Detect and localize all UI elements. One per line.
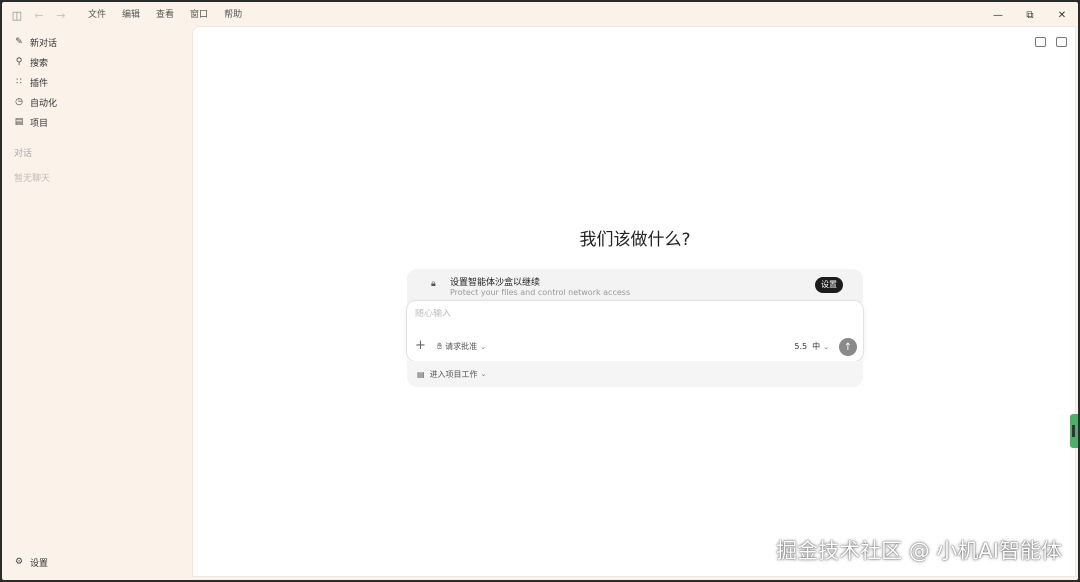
sandbox-subtitle: Protect your files and control network a… (450, 288, 631, 297)
folder-icon: ▤ (417, 369, 425, 379)
resize-handle[interactable] (1070, 414, 1078, 448)
add-attachment-button[interactable]: + (415, 339, 426, 352)
terminal-panel-icon[interactable] (1035, 37, 1046, 47)
gear-icon: ⚙ (14, 557, 24, 567)
project-work-selector[interactable]: ▤ 进入项目工作 ⌄ (407, 361, 863, 387)
minimize-icon[interactable]: — (982, 2, 1014, 28)
effort-level: 中 (812, 342, 821, 351)
empty-chats-label: 暂无聊天 (14, 174, 51, 184)
folder-icon: ▤ (14, 117, 24, 127)
sidebar-item-search[interactable]: ⚲ 搜索 (2, 52, 192, 72)
menu-view[interactable]: 查看 (148, 2, 182, 28)
menu-edit[interactable]: 编辑 (114, 2, 148, 28)
sidebar-item-label: 项目 (30, 118, 49, 129)
approval-label: 请求批准 (445, 342, 478, 351)
search-icon: ⚲ (15, 57, 23, 67)
section-label-chats: 对话 (14, 149, 33, 159)
sidebar-item-label: 搜索 (30, 58, 49, 69)
sidebar-item-label: 新对话 (30, 38, 58, 49)
chevron-down-icon: ⌄ (480, 342, 487, 351)
hand-icon: ✋︎ (437, 341, 443, 352)
prompt-input[interactable] (415, 309, 795, 319)
lock-icon: 🔒︎ (431, 279, 436, 289)
model-selector[interactable]: 5.5 中 ⌄ (794, 341, 829, 352)
title-bar: ◫ ← → 文件 编辑 查看 窗口 帮助 — ⧉ ✕ (2, 2, 1078, 28)
sandbox-settings-button[interactable]: 设置 (815, 277, 843, 293)
menu-help[interactable]: 帮助 (216, 2, 250, 28)
side-panel-icon[interactable] (1056, 37, 1067, 47)
sidebar-item-label: 插件 (30, 78, 49, 89)
menu-bar: 文件 编辑 查看 窗口 帮助 (80, 2, 250, 28)
project-work-label: 进入项目工作 (429, 369, 478, 379)
menu-window[interactable]: 窗口 (182, 2, 216, 28)
app-window: ◫ ← → 文件 编辑 查看 窗口 帮助 — ⧉ ✕ ✎ 新对话 ⚲ 搜索 ∷ … (2, 2, 1078, 580)
close-icon[interactable]: ✕ (1046, 2, 1078, 28)
send-button[interactable]: ↑ (839, 338, 857, 356)
sidebar-toggle-icon[interactable]: ◫ (8, 6, 26, 24)
new-chat-icon: ✎ (15, 37, 23, 47)
sidebar-item-label: 自动化 (30, 98, 58, 109)
page-title: 我们该做什么? (579, 230, 691, 250)
sidebar-item-projects[interactable]: ▤ 项目 (2, 112, 192, 132)
sidebar-item-settings[interactable]: ⚙ 设置 (2, 552, 48, 572)
main-panel: 我们该做什么? 🔒︎ 设置智能体沙盒以继续 Protect your files… (192, 26, 1076, 577)
sidebar: ✎ 新对话 ⚲ 搜索 ∷ 插件 ◷ 自动化 ▤ 项目 对话 暂无聊天 ⚙ 设置 (2, 28, 192, 580)
model-version: 5.5 (794, 342, 808, 351)
sidebar-item-label: 设置 (30, 558, 49, 569)
sandbox-title: 设置智能体沙盒以继续 (450, 278, 541, 288)
sidebar-item-new-chat[interactable]: ✎ 新对话 (2, 32, 192, 52)
sidebar-item-automation[interactable]: ◷ 自动化 (2, 92, 192, 112)
sidebar-item-plugins[interactable]: ∷ 插件 (2, 72, 192, 92)
chevron-down-icon: ⌄ (480, 370, 487, 378)
restore-icon[interactable]: ⧉ (1014, 2, 1046, 28)
plugins-icon: ∷ (16, 77, 22, 87)
sandbox-banner: 🔒︎ 设置智能体沙盒以继续 Protect your files and con… (407, 269, 863, 303)
back-arrow-icon[interactable]: ← (30, 6, 48, 24)
clock-icon: ◷ (15, 97, 23, 107)
menu-file[interactable]: 文件 (80, 2, 114, 28)
composer: + ✋︎ 请求批准 ⌄ 5.5 中 ⌄ ↑ (406, 300, 864, 362)
approval-dropdown[interactable]: ✋︎ 请求批准 ⌄ (437, 341, 486, 352)
forward-arrow-icon[interactable]: → (52, 6, 70, 24)
chevron-down-icon: ⌄ (823, 342, 829, 351)
watermark: 掘金技术社区 @ 小机AI智能体 (776, 539, 1062, 563)
